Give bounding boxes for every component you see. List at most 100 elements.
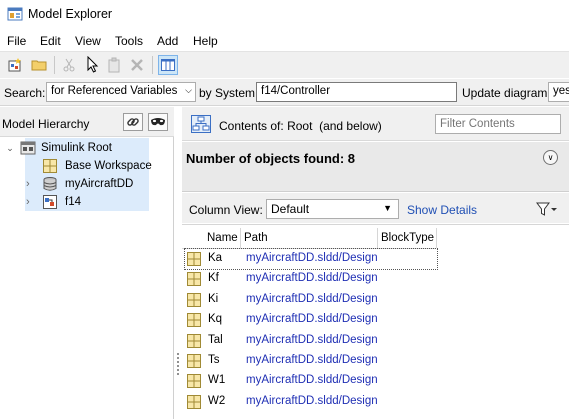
model-icon (43, 195, 57, 209)
table-row[interactable]: W1 myAircraftDD.sldd/Design (185, 371, 437, 391)
menu-view[interactable]: View (75, 34, 101, 48)
paste-icon (108, 57, 120, 73)
new-model-icon (8, 58, 21, 72)
toolbar-separator (54, 56, 55, 74)
tree-item-f14[interactable]: › f14 (26, 193, 81, 211)
menu-add[interactable]: Add (157, 34, 178, 48)
dropdown-arrow-icon: ▼ (383, 203, 392, 213)
model-explorer-app-icon (7, 7, 23, 21)
update-diagram-select[interactable]: yes (548, 82, 569, 102)
table-row[interactable]: Ts myAircraftDD.sldd/Design (185, 351, 437, 371)
cell-path-link[interactable]: myAircraftDD.sldd/Design (246, 293, 378, 305)
contents-prefix: Contents of: (219, 119, 284, 133)
column-header-blocktype[interactable]: BlockType (378, 228, 437, 248)
menu-edit[interactable]: Edit (40, 34, 61, 48)
filter-contents-input[interactable] (435, 114, 561, 134)
cell-path-link[interactable]: myAircraftDD.sldd/Design (246, 313, 378, 325)
open-button[interactable] (29, 55, 49, 75)
tree-item-base-workspace[interactable]: Base Workspace (42, 157, 152, 175)
panes-icon (161, 59, 175, 71)
pane-splitter[interactable] (176, 352, 180, 376)
cell-path-link[interactable]: myAircraftDD.sldd/Design (246, 395, 378, 407)
column-view-label: Column View: (189, 203, 263, 217)
contents-of-label: Contents of: Root (and below) (219, 119, 382, 133)
variable-icon (187, 394, 201, 409)
chevron-right-icon[interactable]: › (26, 178, 38, 190)
simulink-root-icon (20, 141, 36, 155)
window-title: Model Explorer (28, 7, 113, 21)
menu-bar: File Edit View Tools Add Help (0, 32, 569, 50)
contents-header: Contents of: Root (and below) (182, 107, 569, 141)
column-view-select[interactable]: Default ▼ (266, 199, 399, 219)
toolbar-separator (152, 56, 153, 74)
column-header-name[interactable]: Name (204, 228, 241, 248)
funnel-icon (536, 202, 557, 216)
link-icon (127, 118, 139, 126)
contents-scope: Root (and below) (287, 119, 382, 133)
dialog-pane-toggle-button[interactable] (158, 55, 178, 75)
model-hierarchy-header: Model Hierarchy (0, 107, 174, 137)
variable-icon (187, 292, 201, 307)
collapse-button[interactable]: ∨ (543, 150, 558, 165)
delete-icon (131, 59, 143, 71)
folder-icon (31, 60, 47, 71)
cut-button[interactable] (59, 55, 79, 75)
tree-item-label: myAircraftDD (65, 178, 134, 190)
cell-name: Ka (208, 252, 223, 264)
variable-icon (187, 252, 201, 266)
copy-button[interactable] (83, 55, 103, 75)
variable-icon (187, 313, 201, 328)
search-mode-value: for Referenced Variables (51, 85, 178, 97)
column-header-path[interactable]: Path (241, 228, 378, 248)
table-row[interactable]: Ki myAircraftDD.sldd/Design (185, 290, 437, 310)
cell-path-link[interactable]: myAircraftDD.sldd/Design (246, 252, 378, 264)
cell-path-link[interactable]: myAircraftDD.sldd/Design (246, 272, 378, 284)
chevron-down-icon: ∨ (547, 153, 554, 162)
menu-tools[interactable]: Tools (115, 34, 143, 48)
cut-icon (63, 58, 75, 72)
tree-item-simulink-root[interactable]: ⌄ Simulink Root (4, 139, 112, 157)
mouse-cursor-icon (87, 56, 99, 73)
delete-button[interactable] (127, 55, 147, 75)
cell-name: W2 (208, 394, 226, 407)
column-view-bar: Column View: Default ▼ Show Details (182, 193, 569, 223)
contents-table: Name Path BlockType Ka myAircraftDD.sldd/… (182, 224, 569, 419)
menu-file[interactable]: File (7, 34, 26, 48)
table-row[interactable]: Tal myAircraftDD.sldd/Design (185, 331, 437, 351)
system-path-value: f14/Controller (261, 85, 331, 97)
table-row[interactable]: Ka myAircraftDD.sldd/Design (184, 248, 438, 270)
model-hierarchy-title: Model Hierarchy (2, 117, 90, 131)
menu-help[interactable]: Help (193, 34, 218, 48)
tree-item-label: Base Workspace (65, 160, 152, 172)
new-model-button[interactable] (5, 55, 25, 75)
tree-item-label: Simulink Root (41, 142, 112, 154)
by-system-label: by System: (199, 86, 259, 100)
link-button[interactable] (123, 113, 143, 131)
system-path-field[interactable]: f14/Controller (256, 82, 457, 102)
objects-found-text: Number of objects found: 8 (186, 151, 355, 166)
cell-path-link[interactable]: myAircraftDD.sldd/Design (246, 334, 378, 346)
search-label: Search: (4, 86, 46, 100)
cell-name: Kf (208, 272, 219, 285)
table-row[interactable]: Kq myAircraftDD.sldd/Design (185, 310, 437, 330)
variable-icon (187, 354, 201, 368)
search-mode-select[interactable]: for Referenced Variables ⌵ (46, 82, 196, 102)
column-filter-button[interactable] (536, 201, 558, 217)
chevron-right-icon[interactable]: › (26, 196, 38, 208)
paste-button[interactable] (104, 55, 124, 75)
chevron-down-icon[interactable]: ⌄ (4, 143, 16, 153)
cell-path-link[interactable]: myAircraftDD.sldd/Design (246, 354, 378, 366)
cell-name: Ts (208, 354, 220, 366)
hierarchy-icon (191, 115, 211, 133)
workspace-grid-icon (43, 159, 57, 173)
cell-name: W1 (208, 374, 226, 387)
contents-pane: Contents of: Root (and below) Number of … (182, 107, 569, 419)
table-row[interactable]: W2 myAircraftDD.sldd/Design (185, 392, 437, 412)
search-bar: Search: for Referenced Variables ⌵ by Sy… (0, 79, 569, 106)
tree-item-myaircraftdd[interactable]: › myAircraftDD (26, 175, 133, 193)
table-row[interactable]: Kf myAircraftDD.sldd/Design (185, 269, 437, 289)
show-details-link[interactable]: Show Details (407, 203, 477, 217)
mask-icon (151, 118, 165, 126)
cell-path-link[interactable]: myAircraftDD.sldd/Design (246, 374, 378, 386)
show-masked-button[interactable] (148, 113, 168, 131)
